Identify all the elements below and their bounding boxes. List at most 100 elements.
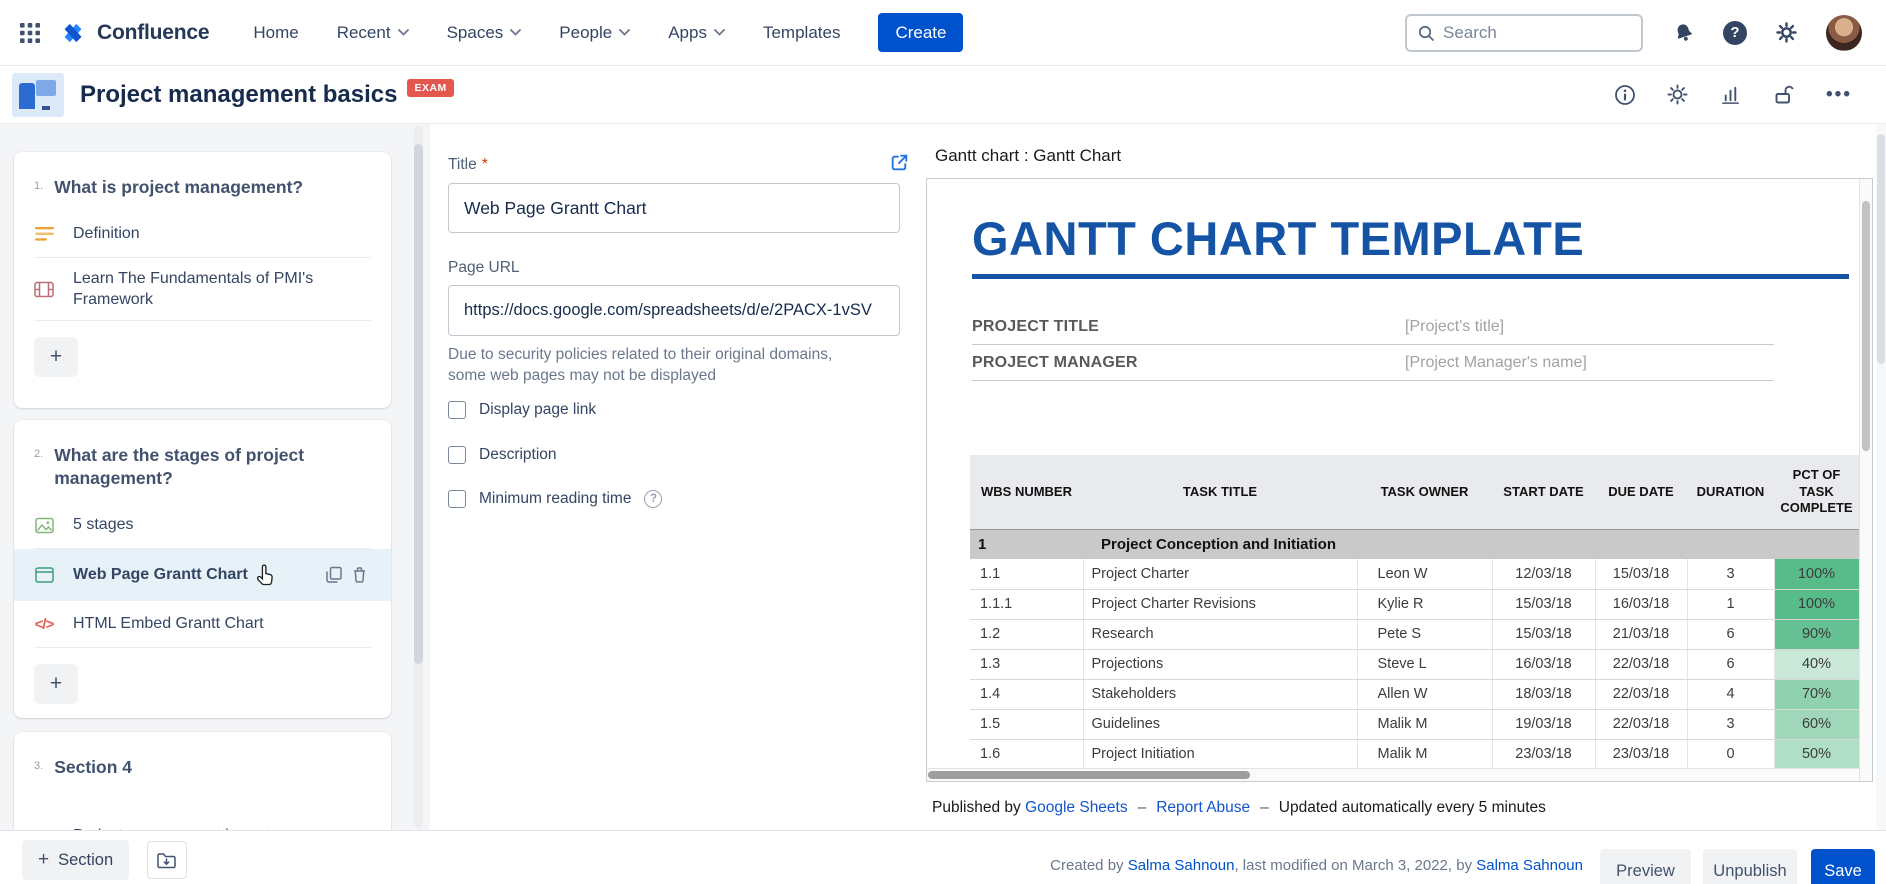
description-checkbox[interactable]: Description [448, 446, 557, 464]
section-title: What are the stages of project managemen… [54, 444, 354, 490]
gantt-cell-duration: 6 [1687, 649, 1774, 679]
page-url-input[interactable] [448, 285, 900, 336]
section-number: 1. [34, 176, 43, 199]
gantt-row: 1.1.1Project Charter RevisionsKylie R15/… [970, 589, 1859, 619]
display-page-link-checkbox[interactable]: Display page link [448, 401, 596, 419]
nav-item-templates[interactable]: Templates [763, 23, 840, 43]
add-item-button[interactable]: + [34, 337, 78, 377]
analytics-chart-icon[interactable] [1719, 83, 1742, 106]
sidebar-scrollbar [414, 126, 423, 828]
section-card-2: 2. What are the stages of project manage… [14, 420, 391, 718]
gantt-cell-duration: 1 [1687, 589, 1774, 619]
add-section-button[interactable]: + Section [22, 840, 129, 880]
gantt-cell-due: 15/03/18 [1595, 559, 1687, 589]
gantt-cell-wbs: 1.5 [970, 709, 1083, 739]
footer-bar: + Section Created by Salma Sahnoun, last… [0, 830, 1886, 884]
section-title: Section 4 [54, 756, 132, 779]
gantt-cell-owner: Malik M [1357, 709, 1492, 739]
preview-button[interactable]: Preview [1600, 849, 1691, 884]
required-asterisk: * [482, 156, 488, 174]
confluence-logo[interactable]: Confluence [62, 20, 209, 46]
page-settings-gear-icon[interactable] [1666, 83, 1689, 106]
exam-badge: EXAM [407, 79, 453, 97]
section-number: 3. [34, 756, 43, 779]
notifications-bell-icon[interactable] [1673, 22, 1695, 44]
gantt-cell-start: 15/03/18 [1492, 619, 1595, 649]
gantt-cell-wbs: 1.4 [970, 679, 1083, 709]
checkbox-icon[interactable] [448, 401, 466, 419]
section-number: 2. [34, 444, 43, 490]
info-icon[interactable] [1614, 84, 1636, 106]
copy-icon[interactable] [326, 567, 342, 584]
search-icon [1417, 24, 1435, 42]
published-by-line: Published by Google Sheets – Report Abus… [932, 799, 1546, 817]
gantt-cell-wbs: 1.3 [970, 649, 1083, 679]
checkbox-icon[interactable] [448, 446, 466, 464]
sidebar-item-web-page-grantt-chart[interactable]: Web Page Grantt Chart [14, 549, 391, 601]
sidebar-scrollbar-thumb[interactable] [414, 144, 423, 664]
gantt-cell-duration: 3 [1687, 709, 1774, 739]
minimum-reading-time-checkbox[interactable]: Minimum reading time ? [448, 490, 662, 508]
checkbox-icon[interactable] [448, 490, 466, 508]
google-sheets-link[interactable]: Google Sheets [1025, 799, 1128, 817]
brand-name: Confluence [97, 21, 209, 45]
help-question-icon[interactable]: ? [644, 490, 662, 508]
search-input[interactable] [1443, 23, 1631, 43]
chevron-down-icon [619, 29, 630, 36]
unpublish-button[interactable]: Unpublish [1703, 849, 1797, 884]
gantt-cell-task: Project Charter Revisions [1083, 589, 1357, 619]
nav-item-recent[interactable]: Recent [337, 23, 409, 43]
gantt-cell-wbs: 1.2 [970, 619, 1083, 649]
open-external-link-icon[interactable] [889, 152, 910, 173]
gantt-cell-wbs: 1.1 [970, 559, 1083, 589]
settings-gear-icon[interactable] [1775, 21, 1798, 44]
page-scrollbar [1876, 124, 1886, 830]
help-icon[interactable]: ? [1723, 21, 1747, 45]
section-title: What is project management? [54, 176, 303, 199]
nav-item-spaces[interactable]: Spaces [447, 23, 522, 43]
report-abuse-link[interactable]: Report Abuse [1156, 799, 1250, 817]
search-box[interactable] [1405, 14, 1643, 52]
nav-item-people[interactable]: People [559, 23, 630, 43]
trash-icon[interactable] [352, 567, 367, 584]
page-thumbnail [12, 73, 64, 117]
gantt-vertical-scrollbar-thumb[interactable] [1862, 201, 1870, 451]
section-card-1: 1. What is project management? Definitio… [14, 152, 391, 408]
nav-item-home[interactable]: Home [253, 23, 298, 43]
gantt-row: 1.6Project InitiationMalik M23/03/1823/0… [970, 739, 1859, 768]
gantt-vertical-scrollbar [1859, 179, 1872, 781]
sidebar-item-5-stages[interactable]: 5 stages [34, 502, 371, 548]
gantt-horizontal-scrollbar-thumb[interactable] [928, 771, 1250, 779]
gantt-cell-start: 18/03/18 [1492, 679, 1595, 709]
author-link[interactable]: Salma Sahnoun [1128, 857, 1235, 874]
import-section-button[interactable] [147, 841, 187, 879]
image-icon [34, 517, 54, 534]
gantt-header-row: WBS NUMBER TASK TITLE TASK OWNER START D… [970, 455, 1859, 529]
app-switcher-icon[interactable] [16, 19, 44, 47]
save-button[interactable]: Save [1811, 849, 1875, 884]
plus-icon: + [38, 849, 49, 871]
author-link[interactable]: Salma Sahnoun [1476, 857, 1583, 874]
gantt-cell-pct: 100% [1774, 559, 1859, 589]
sidebar-item-fundamentals[interactable]: Learn The Fundamentals of PMI's Framewor… [34, 258, 371, 320]
unlock-icon[interactable] [1772, 83, 1796, 107]
sidebar-item-definition[interactable]: Definition [34, 211, 371, 257]
sidebar-item-html-embed-grantt-chart[interactable]: </> HTML Embed Grantt Chart [34, 601, 371, 647]
user-avatar[interactable] [1826, 15, 1862, 51]
nav-item-apps[interactable]: Apps [668, 23, 725, 43]
create-button[interactable]: Create [878, 13, 963, 52]
gantt-cell-start: 16/03/18 [1492, 649, 1595, 679]
gantt-cell-wbs: 1.6 [970, 739, 1083, 768]
page-scrollbar-thumb[interactable] [1877, 134, 1885, 364]
gantt-cell-pct: 40% [1774, 649, 1859, 679]
title-input[interactable] [448, 183, 900, 233]
project-manager-row: PROJECT MANAGER [Project Manager's name] [972, 345, 1774, 381]
more-actions-icon[interactable]: ••• [1826, 84, 1852, 106]
gantt-cell-due: 22/03/18 [1595, 679, 1687, 709]
gantt-cell-due: 22/03/18 [1595, 709, 1687, 739]
gantt-cell-duration: 6 [1687, 619, 1774, 649]
mouse-cursor-icon [256, 563, 279, 588]
add-item-button[interactable]: + [34, 664, 78, 704]
gantt-cell-owner: Kylie R [1357, 589, 1492, 619]
gantt-table: WBS NUMBER TASK TITLE TASK OWNER START D… [970, 455, 1859, 768]
